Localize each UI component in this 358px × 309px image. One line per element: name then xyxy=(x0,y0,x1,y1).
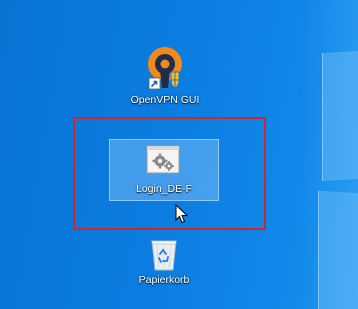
settings-gears-icon xyxy=(145,145,181,175)
desktop-icon-label: Login_DE-F xyxy=(135,183,193,195)
desktop-icon-login-de-f[interactable]: Login_DE-F xyxy=(109,139,219,201)
recycle-bin-icon xyxy=(149,236,179,272)
windows-desktop[interactable]: OpenVPN GUI Login_DE-F Papierkorb xyxy=(0,0,358,309)
wallpaper-pane-top xyxy=(322,50,358,182)
openvpn-icon xyxy=(141,44,189,92)
desktop-icon-label: Papierkorb xyxy=(138,274,190,286)
desktop-icon-label: OpenVPN GUI xyxy=(130,94,200,106)
wallpaper-pane-bottom xyxy=(318,190,358,309)
desktop-icon-openvpn-gui[interactable]: OpenVPN GUI xyxy=(120,44,210,107)
mouse-pointer-icon xyxy=(175,203,189,224)
desktop-icon-papierkorb[interactable]: Papierkorb xyxy=(128,236,200,287)
